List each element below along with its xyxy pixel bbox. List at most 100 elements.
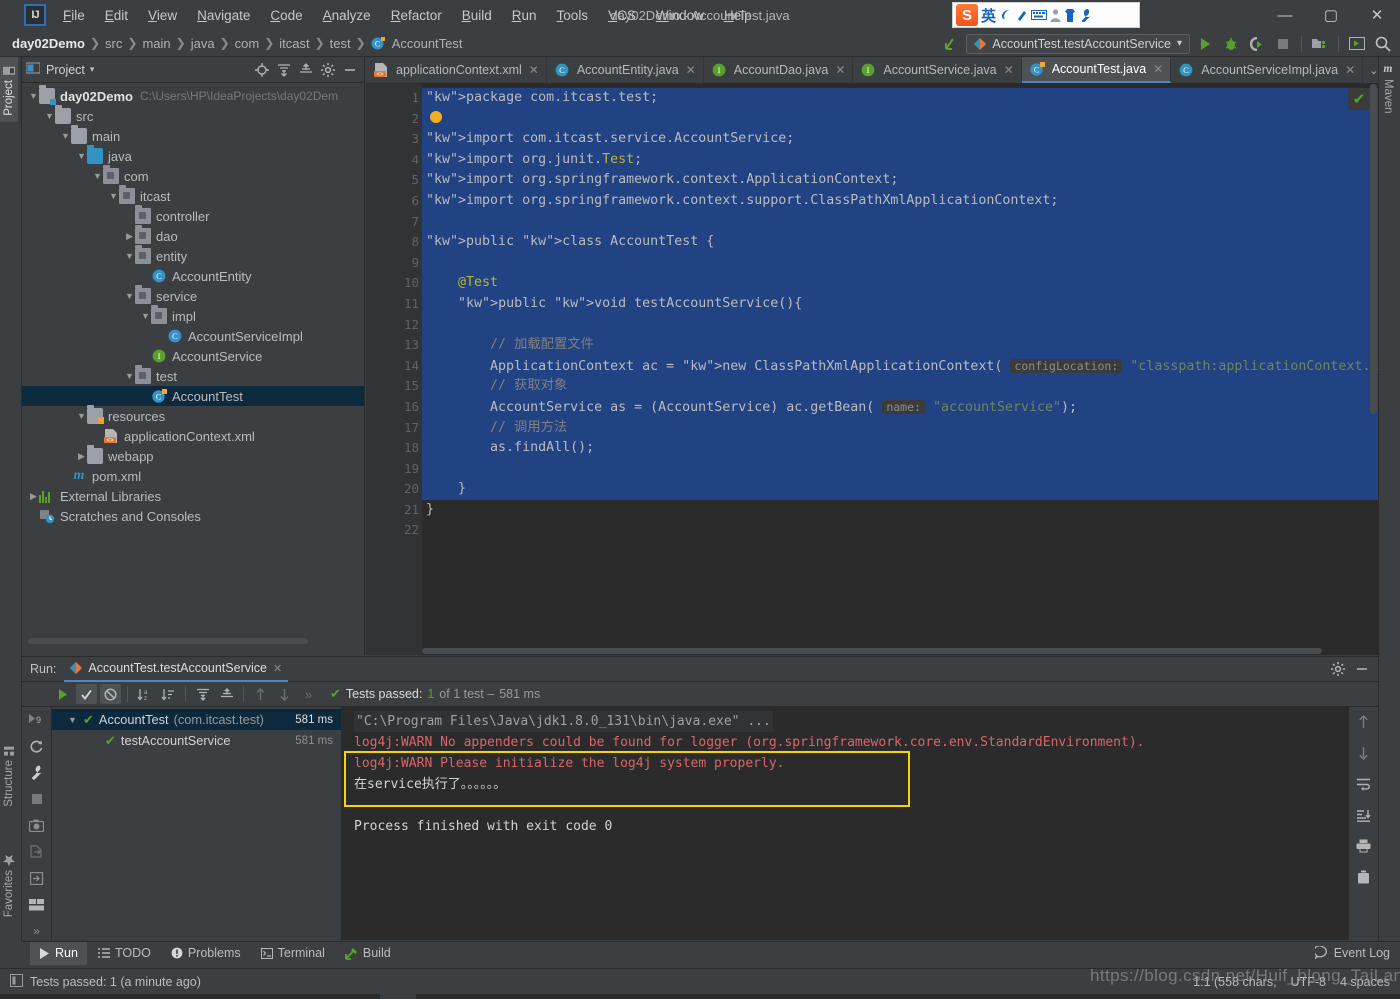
menu-file[interactable]: File: [54, 4, 94, 27]
scrollbar-thumb[interactable]: [28, 638, 308, 644]
code-line[interactable]: − "kw">public "kw">void testAccountServi…: [422, 293, 1378, 315]
console-output[interactable]: "C:\Program Files\Java\jdk1.8.0_131\bin\…: [342, 707, 1348, 940]
screenshot-icon[interactable]: [28, 817, 46, 834]
code-line[interactable]: "kw">import org.junit.Test;: [422, 149, 1378, 171]
project-tree[interactable]: ▼ day02Demo C:\Users\HP\IdeaProjects\day02…: [22, 83, 364, 654]
gear-icon[interactable]: [1328, 659, 1348, 679]
tests-tree[interactable]: ▼ ✔ AccountTest (com.itcast.test) 581 ms ✔ tes…: [52, 707, 342, 940]
sogou-logo-icon[interactable]: S: [956, 4, 978, 26]
tree-item[interactable]: ▼ java: [22, 145, 364, 166]
next-failed-icon[interactable]: [274, 684, 295, 704]
menu-help[interactable]: Help: [715, 4, 761, 27]
run-button[interactable]: [1194, 33, 1216, 55]
line-number[interactable]: 22: [366, 520, 422, 541]
test-tree-row[interactable]: ▼ ✔ AccountTest (com.itcast.test) 581 ms: [52, 709, 341, 730]
editor-tab-applicationcontext-xml[interactable]: <> applicationContext.xml ✕: [366, 57, 547, 83]
layout-icon[interactable]: [28, 896, 46, 913]
tree-item[interactable]: ▼ service: [22, 285, 364, 306]
tree-item[interactable]: ▼ itcast: [22, 185, 364, 206]
line-number[interactable]: 9: [366, 253, 422, 274]
tree-item[interactable]: Scratches and Consoles: [22, 506, 364, 526]
window-controls[interactable]: — ▢ ✕: [1262, 0, 1400, 30]
code-line[interactable]: [422, 314, 1378, 336]
menu-view[interactable]: View: [139, 4, 186, 27]
soft-wrap-icon[interactable]: [1355, 775, 1373, 793]
code-line[interactable]: "kw">import org.springframework.context.…: [422, 170, 1378, 191]
bottom-tab-build[interactable]: Build: [336, 942, 400, 965]
line-number[interactable]: 1: [366, 88, 422, 109]
editor-vertical-scrollbar[interactable]: [1369, 84, 1378, 655]
close-icon[interactable]: ✕: [1345, 63, 1355, 77]
editor-tab-accountentity-java[interactable]: C AccountEntity.java ✕: [547, 57, 704, 83]
tree-item[interactable]: ▶ dao: [22, 225, 364, 246]
right-tool-strip[interactable]: m Maven: [1378, 57, 1400, 941]
editor-tabs[interactable]: <> applicationContext.xml ✕ C AccountEntity.…: [366, 57, 1378, 84]
menu-analyze[interactable]: Analyze: [314, 4, 380, 27]
restart-icon[interactable]: [28, 737, 46, 754]
tree-item[interactable]: ▼ src: [22, 105, 364, 126]
scrollbar-thumb-vertical[interactable]: [1370, 84, 1377, 414]
menu-tools[interactable]: Tools: [548, 4, 598, 27]
back-arrow-icon[interactable]: [940, 33, 962, 55]
editor-tab-accountservice-java[interactable]: I AccountService.java ✕: [853, 57, 1022, 83]
code-line[interactable]: −"kw">import org.springframework.context…: [422, 190, 1378, 212]
ime-toolbar[interactable]: S 英: [952, 2, 1140, 28]
run-right-gutter[interactable]: [1348, 707, 1378, 940]
maximize-button[interactable]: ▢: [1308, 0, 1354, 30]
line-number[interactable]: 8: [366, 232, 444, 253]
run-configuration-selector[interactable]: AccountTest.testAccountService ▾: [966, 33, 1190, 54]
expand-all-icon[interactable]: [192, 684, 213, 704]
collapse-all-icon[interactable]: [216, 684, 237, 704]
code-line[interactable]: [422, 458, 1378, 480]
chevron-right-icon[interactable]: ▶: [76, 451, 87, 462]
tree-item[interactable]: C AccountServiceImpl: [22, 326, 364, 346]
minimize-button[interactable]: —: [1262, 0, 1308, 30]
expand-all-icon[interactable]: [274, 60, 294, 80]
bottom-tool-tabs[interactable]: Run TODO Problems Terminal Build: [22, 941, 1400, 965]
code-line[interactable]: "kw">package com.itcast.test;: [422, 88, 1378, 109]
more-icon[interactable]: »: [28, 923, 46, 940]
chevron-down-icon[interactable]: ▼: [124, 251, 135, 261]
code-line[interactable]: as.findAll();: [422, 438, 1378, 459]
project-structure-button[interactable]: [1309, 33, 1331, 55]
close-icon[interactable]: ✕: [529, 63, 539, 77]
breadcrumb-item-test[interactable]: test: [326, 34, 355, 53]
line-number[interactable]: 15: [366, 376, 422, 397]
line-number[interactable]: 10: [366, 273, 422, 294]
line-number[interactable]: 20: [366, 479, 422, 500]
file-encoding[interactable]: UTF-8: [1291, 975, 1326, 989]
tree-item[interactable]: ▼ com: [22, 165, 364, 186]
line-number[interactable]: 3: [366, 129, 422, 150]
menu-build[interactable]: Build: [453, 4, 501, 27]
code-line[interactable]: @Test: [422, 273, 1378, 294]
run-left-gutter[interactable]: 9 »: [22, 707, 52, 940]
close-icon[interactable]: ✕: [835, 63, 845, 77]
sidebar-item-maven[interactable]: m Maven: [1379, 57, 1397, 120]
breadcrumb-item-itcast[interactable]: itcast: [275, 34, 313, 53]
debug-button[interactable]: [1220, 33, 1242, 55]
chevron-down-icon[interactable]: ▼: [67, 715, 78, 725]
breadcrumb-item-day02demo[interactable]: day02Demo: [8, 34, 89, 53]
tree-item[interactable]: ▼ resources: [22, 405, 364, 426]
editor-tab-accountserviceimpl-java[interactable]: C AccountServiceImpl.java ✕: [1171, 57, 1364, 83]
tree-item[interactable]: ▼ day02Demo C:\Users\HP\IdeaProjects\day02…: [22, 85, 364, 106]
left-tool-strip[interactable]: Project Structure Favorites: [0, 57, 22, 941]
gear-icon[interactable]: [318, 60, 338, 80]
project-panel-actions[interactable]: [252, 60, 360, 80]
stop-icon[interactable]: [28, 790, 46, 807]
line-number[interactable]: 6: [366, 191, 422, 212]
line-number[interactable]: 13: [366, 335, 422, 356]
rerun-icon[interactable]: [52, 684, 73, 704]
breadcrumb-item-accounttest[interactable]: AccountTest: [388, 34, 467, 53]
sort-alpha-icon[interactable]: az: [134, 684, 155, 704]
bottom-tab-terminal[interactable]: Terminal: [252, 942, 334, 965]
print-icon[interactable]: [1355, 837, 1373, 855]
test-tree-row[interactable]: ✔ testAccountService 581 ms: [52, 730, 341, 751]
run-header-actions[interactable]: [1328, 659, 1378, 679]
editor-tab-accountdao-java[interactable]: I AccountDao.java ✕: [704, 57, 854, 83]
bottom-tab-run[interactable]: Run: [30, 941, 87, 965]
run-coverage-button[interactable]: [1246, 33, 1268, 55]
more-icon[interactable]: »: [298, 684, 319, 704]
menu-run[interactable]: Run: [503, 4, 546, 27]
sidebar-item-structure[interactable]: Structure: [0, 737, 18, 813]
